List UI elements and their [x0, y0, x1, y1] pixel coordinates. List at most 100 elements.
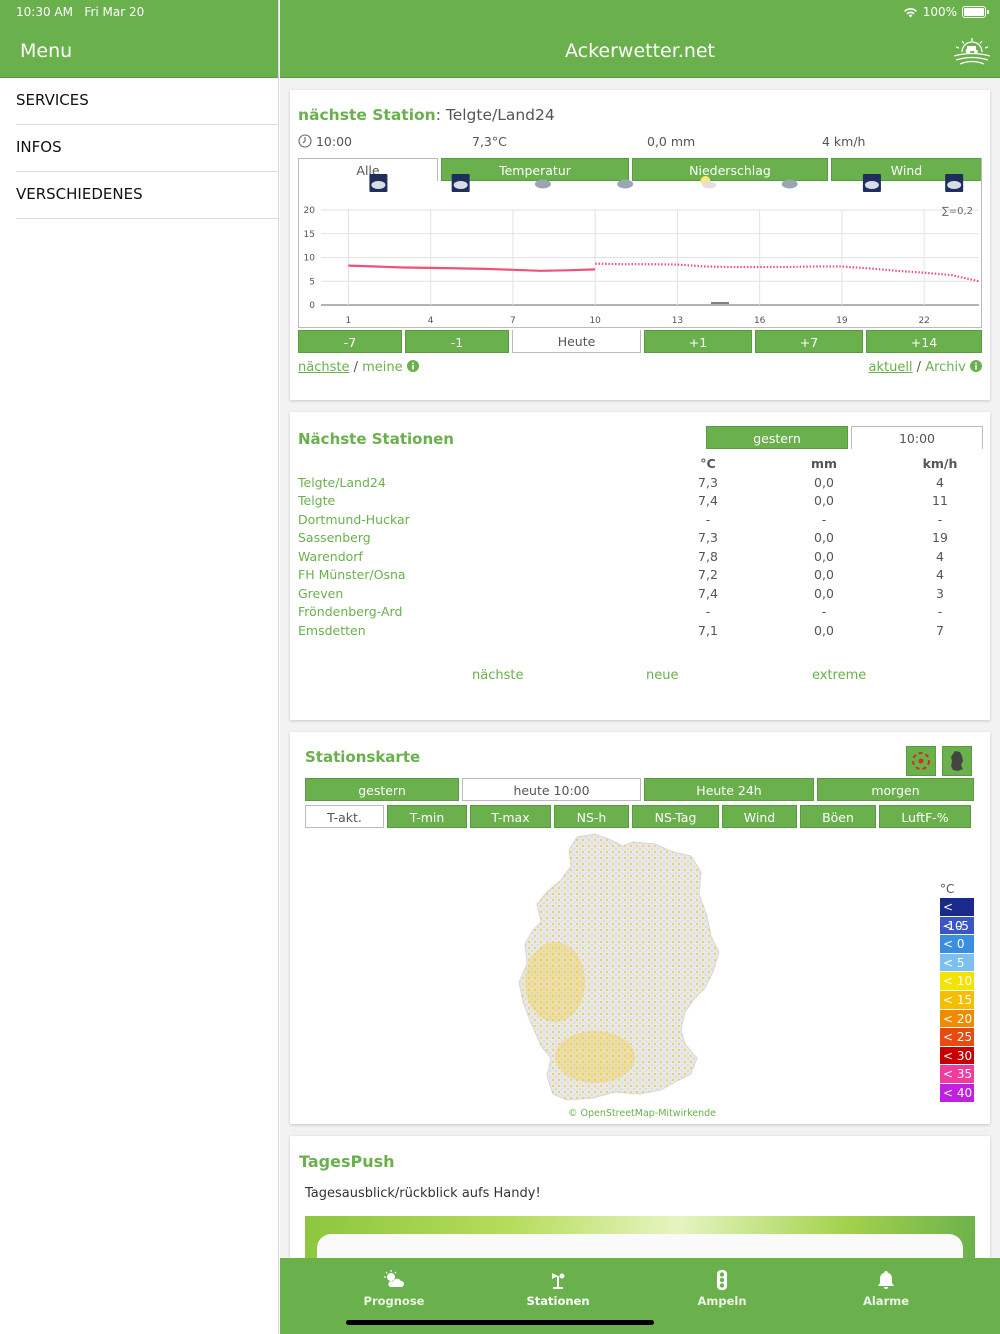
y-tick-label: 15	[304, 230, 315, 240]
station-row-name[interactable]: Emsdetten	[298, 623, 366, 638]
station-row-name[interactable]: Telgte/Land24	[298, 475, 386, 490]
legend-item: < 15	[940, 990, 974, 1010]
table-row[interactable]: Emsdetten 7,1 0,0 7	[298, 623, 982, 642]
tab-map-heute24h[interactable]: Heute 24h	[644, 778, 814, 801]
tab-ns-tag[interactable]: NS-Tag	[632, 805, 719, 828]
y-tick-label: 10	[304, 254, 316, 264]
link-nearby-naechste[interactable]: nächste	[472, 668, 523, 683]
battery-icon	[962, 6, 989, 18]
station-row-name[interactable]: Sassenberg	[298, 530, 371, 545]
main-content: Ackerwetter.net nächste Station: Telgte/…	[280, 0, 1000, 1334]
tab-ns-h[interactable]: NS-h	[554, 805, 629, 828]
tab-gestern[interactable]: gestern	[706, 426, 848, 449]
germany-temperature-map[interactable]	[515, 832, 735, 1107]
tractor-sun-logo-icon[interactable]	[952, 36, 992, 66]
station-row-name[interactable]: Telgte	[298, 493, 335, 508]
y-tick-label: 5	[309, 277, 315, 287]
wifi-icon	[903, 7, 917, 17]
station-row-wind: 4	[936, 567, 944, 582]
table-row[interactable]: Telgte 7,4 0,0 11	[298, 493, 982, 512]
info-icon[interactable]	[406, 360, 419, 372]
status-time: 10:30 AM	[16, 5, 73, 19]
weather-icon	[781, 179, 798, 189]
table-header: °C mm km/h	[298, 456, 982, 475]
table-row[interactable]: Warendorf 7,8 0,0 4	[298, 549, 982, 568]
station-row-rain: 0,0	[814, 493, 834, 508]
weather-icon	[617, 179, 634, 189]
tab-t-max[interactable]: T-max	[470, 805, 551, 828]
table-row[interactable]: Sassenberg 7,3 0,0 19	[298, 530, 982, 549]
clock-icon	[298, 134, 312, 148]
day-minus1-button[interactable]: -1	[405, 330, 509, 353]
table-row[interactable]: Fröndenberg-Ard - - -	[298, 604, 982, 623]
station-row-name[interactable]: Fröndenberg-Ard	[298, 604, 402, 619]
tab-alarme-label: Alarme	[862, 1294, 910, 1308]
station-row-temp: 7,2	[698, 567, 718, 582]
reading-time: 10:00	[315, 134, 353, 149]
x-tick-label: 4	[428, 316, 434, 326]
table-row[interactable]: Greven 7,4 0,0 3	[298, 586, 982, 605]
station-row-name[interactable]: FH Münster/Osna	[298, 567, 406, 582]
tab-map-gestern[interactable]: gestern	[305, 778, 459, 801]
station-row-wind: -	[937, 511, 943, 527]
table-row[interactable]: FH Münster/Osna 7,2 0,0 4	[298, 567, 982, 586]
tab-t-akt[interactable]: T-akt.	[305, 805, 384, 828]
info-icon[interactable]	[970, 360, 982, 372]
y-tick-label: 20	[304, 206, 316, 216]
station-row-rain: 0,0	[814, 622, 834, 638]
station-row-temp: 7,4	[698, 585, 718, 601]
tab-map-morgen[interactable]: morgen	[817, 778, 974, 801]
tab-map-heute[interactable]: heute 10:00	[462, 778, 641, 801]
tab-wind-map[interactable]: Wind	[722, 805, 797, 828]
link-right-sep: /	[912, 360, 926, 375]
station-row-rain: 0,0	[814, 585, 834, 601]
table-row[interactable]: Dortmund-Huckar - - -	[298, 512, 982, 531]
station-name[interactable]: Telgte/Land24	[446, 106, 555, 124]
link-aktuell[interactable]: aktuell	[868, 360, 912, 375]
sidebar-item-verschiedenes[interactable]: VERSCHIEDENES	[16, 172, 278, 219]
station-row-wind: 4	[936, 474, 944, 490]
link-nearby-neue[interactable]: neue	[646, 668, 678, 683]
legend-item: < 20	[940, 1009, 974, 1029]
link-nearby-extreme[interactable]: extreme	[812, 668, 866, 683]
tab-boeen[interactable]: Böen	[800, 805, 876, 828]
tab-1000[interactable]: 10:00	[851, 426, 983, 449]
table-row[interactable]: Telgte/Land24 7,3 0,0 4	[298, 475, 982, 494]
nearby-tabs: gestern 10:00	[706, 426, 983, 449]
link-archiv[interactable]: Archiv	[925, 360, 966, 375]
temperature-legend: < -10< -5< 0< 5< 10< 15< 20< 25< 30< 35<…	[940, 898, 974, 1103]
tab-alarme[interactable]: Alarme	[804, 1258, 968, 1334]
station-card: nächste Station: Telgte/Land24 10:00 7,3…	[290, 90, 990, 400]
tab-t-min[interactable]: T-min	[387, 805, 467, 828]
station-row-name[interactable]: Dortmund-Huckar	[298, 512, 410, 527]
sidebar-menu: SERVICES INFOS VERSCHIEDENES	[16, 78, 278, 219]
map-credit: © OpenStreetMap-Mitwirkende	[568, 1108, 717, 1119]
x-tick-label: 1	[346, 316, 352, 326]
station-row-name[interactable]: Warendorf	[298, 549, 363, 564]
day-today-button[interactable]: Heute	[512, 330, 641, 353]
station-row-name[interactable]: Greven	[298, 586, 343, 601]
day-plus1-button[interactable]: +1	[644, 330, 752, 353]
germany-view-button[interactable]	[942, 746, 972, 776]
day-plus7-button[interactable]: +7	[755, 330, 863, 353]
station-row-temp: 7,8	[698, 548, 718, 564]
map-title: Stationskarte	[305, 748, 421, 766]
sidebar: Menu SERVICES INFOS VERSCHIEDENES	[0, 0, 279, 1334]
sidebar-item-infos[interactable]: INFOS	[16, 125, 278, 172]
day-plus14-button[interactable]: +14	[866, 330, 982, 353]
sun-cloud-icon	[384, 1270, 404, 1287]
station-row-rain: 0,0	[814, 548, 834, 564]
tab-ampeln[interactable]: Ampeln	[640, 1258, 804, 1334]
day-minus7-button[interactable]: -7	[298, 330, 402, 353]
link-meine[interactable]: meine	[362, 360, 403, 375]
x-tick-label: 22	[918, 316, 929, 326]
weather-icon	[945, 174, 964, 192]
locate-button[interactable]	[906, 746, 936, 776]
sidebar-item-services[interactable]: SERVICES	[16, 78, 278, 125]
x-tick-label: 13	[672, 316, 683, 326]
status-bar: 10:30 AM Fri Mar 20 100%	[0, 0, 1000, 24]
tab-luftf[interactable]: LuftF-%	[879, 805, 971, 828]
link-naechste[interactable]: nächste	[298, 360, 349, 375]
weather-icon	[534, 179, 551, 189]
station-icon	[552, 1273, 565, 1289]
